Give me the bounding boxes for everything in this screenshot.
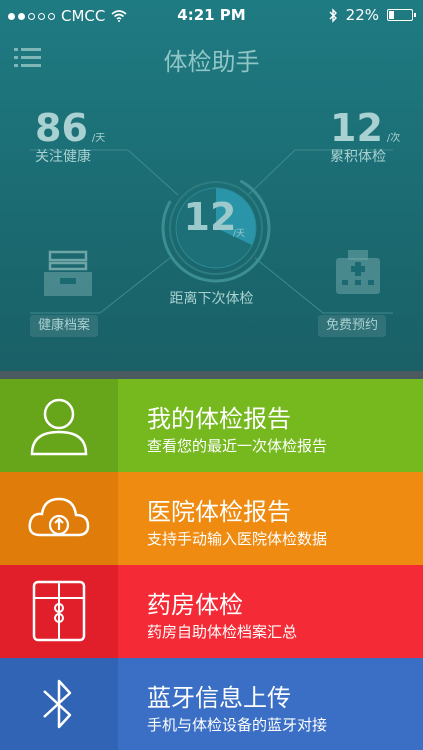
- hospital-icon[interactable]: [333, 248, 383, 296]
- menu-item-my-report[interactable]: 我的体检报告 查看您的最近一次体检报告: [0, 379, 423, 472]
- divider-band: [0, 371, 423, 379]
- menu-item-bluetooth-upload[interactable]: 蓝牙信息上传 手机与体检设备的蓝牙对接: [0, 658, 423, 750]
- stat-unit: /天: [91, 133, 106, 144]
- cloud-upload-icon: [28, 497, 90, 537]
- menu-item-title: 蓝牙信息上传: [147, 684, 291, 712]
- menu-item-subtitle: 支持手动输入医院体检数据: [147, 530, 328, 548]
- countdown-unit: /天: [233, 229, 246, 239]
- stat-value: 86: [35, 106, 88, 150]
- bluetooth-icon: [43, 679, 72, 729]
- stat-total-checkups: 12/次 累积体检: [330, 108, 400, 166]
- free-booking-button[interactable]: 免费预约: [318, 315, 387, 337]
- countdown-value: 12: [183, 195, 237, 239]
- stat-label: 关注健康: [35, 149, 91, 165]
- menu-item-subtitle: 手机与体检设备的蓝牙对接: [147, 716, 328, 734]
- menu-item-pharmacy-checkup[interactable]: 药房体检 药房自助体检档案汇总: [0, 565, 423, 658]
- folder-icon: [32, 580, 86, 642]
- stat-unit: /次: [386, 133, 401, 144]
- menu-item-title: 我的体检报告: [147, 405, 291, 433]
- menu-item-subtitle: 查看您的最近一次体检报告: [147, 437, 328, 455]
- app-screen: CMCC 4:21 PM 22% 体检助手 86 /天 关注健康 12 /次 累…: [0, 0, 423, 750]
- stat-value: 12: [330, 106, 383, 150]
- health-record-button[interactable]: 健康档案: [30, 315, 99, 337]
- icon-box: [0, 472, 118, 565]
- icon-box: [0, 379, 118, 472]
- stat-label: 累积体检: [330, 149, 386, 165]
- health-record-icon[interactable]: [42, 250, 94, 298]
- icon-box: [0, 658, 118, 750]
- menu-item-title: 药房体检: [147, 591, 243, 619]
- menu-item-title: 医院体检报告: [147, 498, 291, 526]
- user-icon: [30, 398, 88, 456]
- stat-focus-health: 86/天 关注健康: [35, 108, 105, 166]
- icon-box: [0, 565, 118, 658]
- menu-item-subtitle: 药房自助体检档案汇总: [147, 623, 298, 641]
- menu-item-hospital-report[interactable]: 医院体检报告 支持手动输入医院体检数据: [0, 472, 423, 565]
- dashboard-area: CMCC 4:21 PM 22% 体检助手 86 /天 关注健康 12 /次 累…: [0, 0, 423, 377]
